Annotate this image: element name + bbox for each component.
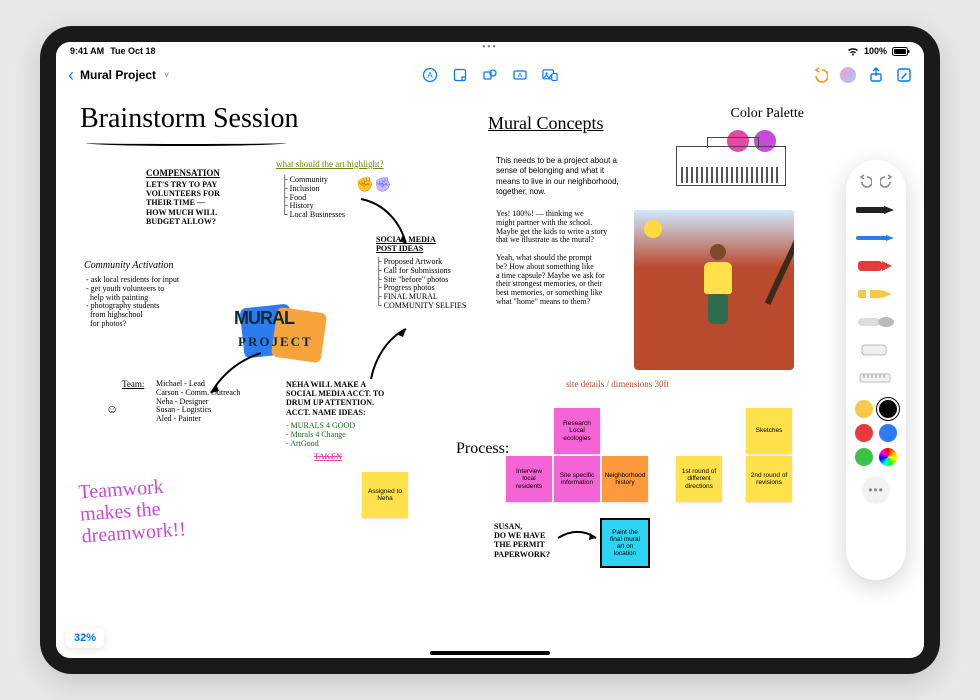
compensation-body: LET'S TRY TO PAY VOLUNTEERS FOR THEIR TI… (146, 180, 220, 226)
app-toolbar: ‹ Mural Project ˅ A A (56, 60, 924, 90)
svg-text:A: A (427, 71, 433, 80)
smiley-icon: ☺ (106, 402, 118, 416)
sticky-paint[interactable]: Paint the final mural art on location (602, 520, 648, 566)
markup-icon[interactable] (896, 67, 912, 83)
color-yellow[interactable] (855, 400, 873, 418)
heading-brainstorm: Brainstorm Session (80, 104, 299, 135)
collaborator-avatar[interactable] (840, 67, 856, 83)
status-date: Tue Oct 18 (110, 46, 155, 56)
sticky-assigned[interactable]: Assigned to Neha (362, 472, 408, 518)
insert-sticky-icon[interactable] (452, 67, 468, 83)
color-black[interactable] (879, 400, 897, 418)
arrow-1 (356, 194, 416, 254)
palette-color-grid (855, 400, 897, 466)
tool-marker[interactable] (856, 255, 896, 277)
wifi-icon (847, 47, 859, 56)
arrow-4 (556, 526, 600, 550)
community-body: - ask local residents for input - get yo… (86, 276, 179, 329)
compensation-title: COMPENSATION (146, 168, 220, 178)
neha-body: NEHA WILL MAKE A SOCIAL MEDIA ACCT. TO D… (286, 380, 384, 417)
insert-textbox-icon[interactable]: A (512, 67, 528, 83)
susan-note: SUSAN, DO WE HAVE THE PERMIT PAPERWORK? (494, 522, 550, 559)
sticky-round1[interactable]: 1st round of different directions (676, 456, 722, 502)
document-title[interactable]: Mural Project (80, 68, 156, 82)
screen: 9:41 AM Tue Oct 18 ••• 100% ‹ Mural Proj… (56, 42, 924, 658)
highlight-items: ├ Community ├ Inclusion ├ Food ├ History… (282, 176, 345, 220)
undo-icon[interactable] (812, 67, 828, 83)
sticky-research[interactable]: Research Local ecologies (554, 408, 600, 454)
color-red[interactable] (855, 424, 873, 442)
tool-crayon[interactable] (856, 283, 896, 305)
ipad-frame: 9:41 AM Tue Oct 18 ••• 100% ‹ Mural Proj… (40, 26, 940, 674)
sticky-interview[interactable]: Interview local residents (506, 456, 552, 502)
insert-text-icon[interactable]: A (422, 67, 438, 83)
color-picker[interactable] (879, 448, 897, 466)
social-items: ├ Proposed Artwork ├ Call for Submission… (376, 258, 466, 311)
insert-shape-icon[interactable] (482, 67, 498, 83)
arrow-3 (366, 324, 416, 384)
palette-redo-icon[interactable] (880, 174, 894, 188)
status-time: 9:41 AM (70, 46, 104, 56)
color-blue[interactable] (879, 424, 897, 442)
sticky-siteinfo[interactable]: Site specific information (554, 456, 600, 502)
tool-palette[interactable]: ••• (846, 160, 906, 580)
tool-watercolor[interactable] (856, 311, 896, 333)
home-indicator[interactable] (430, 651, 550, 655)
mural-logo-line1: MURAL (234, 310, 294, 326)
process-label: Process: (456, 440, 509, 458)
tool-pen[interactable] (856, 199, 896, 221)
fist-icon-2: ✊ (374, 176, 391, 193)
heading-concepts: Mural Concepts (488, 114, 603, 134)
mural-illustration (634, 210, 794, 370)
freeform-canvas[interactable]: Brainstorm Session Mural Concepts Color … (56, 90, 924, 658)
site-note: site details / dimensions 30ft (566, 380, 669, 390)
status-bar: 9:41 AM Tue Oct 18 ••• 100% (56, 42, 924, 60)
palette-more-icon[interactable]: ••• (862, 476, 890, 504)
community-title: Community Activation (84, 260, 174, 271)
arrow-2 (206, 348, 266, 398)
zoom-badge[interactable]: 32% (66, 628, 104, 648)
typed-note: This needs to be a project about a sense… (496, 156, 666, 198)
back-button[interactable]: ‹ (68, 66, 74, 84)
teamwork-note: Teamwork makes the dreamwork!! (78, 474, 187, 547)
palette-undo-icon[interactable] (858, 174, 872, 188)
svg-text:A: A (518, 73, 523, 80)
underline-swash (86, 140, 286, 146)
fist-icon-1: ✊ (356, 176, 373, 193)
team-title: Team: (122, 380, 144, 390)
sticky-hood[interactable]: Neighborhood history (602, 456, 648, 502)
tool-eraser[interactable] (856, 339, 896, 361)
sticky-sketches[interactable]: Sketches (746, 408, 792, 454)
battery-icon (892, 47, 910, 56)
multitask-dots-icon[interactable]: ••• (482, 42, 497, 51)
color-green[interactable] (855, 448, 873, 466)
insert-media-icon[interactable] (542, 67, 558, 83)
battery-text: 100% (864, 46, 887, 56)
prompt-note: Yes! 100%! — thinking we might partner w… (496, 210, 646, 307)
neha-ideas: - MURALS 4 GOOD - Murals 4 Change - ArtG… (286, 422, 355, 448)
share-icon[interactable] (868, 67, 884, 83)
highlight-title: what should the art highlight? (276, 160, 383, 170)
neha-taken: TAKEN (314, 452, 342, 461)
tool-ruler[interactable] (856, 367, 896, 389)
building-sketch (676, 146, 786, 186)
title-chevron-icon[interactable]: ˅ (164, 70, 169, 80)
sticky-round2[interactable]: 2nd round of revisions (746, 456, 792, 502)
tool-fine-pen[interactable] (856, 227, 896, 249)
heading-color-palette: Color Palette (731, 106, 805, 121)
